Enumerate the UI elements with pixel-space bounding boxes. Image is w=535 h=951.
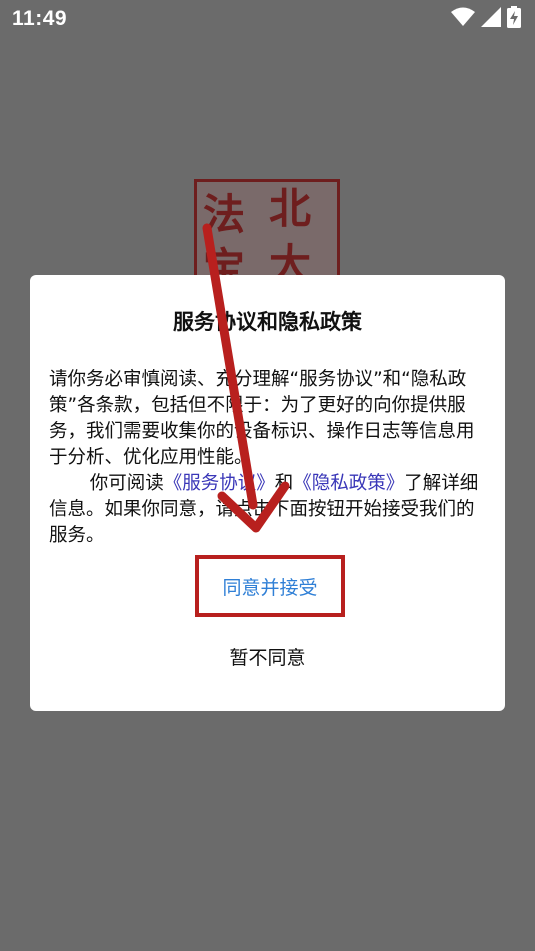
dialog-title: 服务协议和隐私政策	[173, 310, 362, 334]
dialog-body: 请你务必审慎阅读、充分理解“服务协议”和“隐私政策”各条款，包括但不限于：为了更…	[49, 367, 489, 549]
seal-char-2: 北	[269, 184, 312, 233]
status-icons	[451, 6, 521, 28]
dialog-paragraph-1: 请你务必审慎阅读、充分理解“服务协议”和“隐私政策”各条款，包括但不限于：为了更…	[49, 369, 475, 468]
seal-char-4: 大	[269, 240, 312, 279]
accept-highlight-box: 同意并接受	[195, 555, 345, 617]
status-time: 11:49	[12, 7, 68, 30]
status-bar: 11:49	[0, 0, 535, 36]
decline-button[interactable]: 暂不同意	[30, 643, 505, 670]
dialog-paragraph-2: 你可阅读《服务协议》和《隐私政策》了解详细信息。如果你同意，请点击下面按钮开始接…	[49, 471, 489, 549]
service-agreement-link[interactable]: 《服务协议》	[164, 473, 275, 494]
app-logo-seal: 法 北 宝 大	[194, 179, 340, 279]
privacy-policy-link[interactable]: 《隐私政策》	[293, 473, 404, 494]
signal-icon	[481, 7, 501, 27]
wifi-icon	[451, 7, 475, 27]
battery-charging-icon	[507, 6, 521, 28]
paragraph-2-prefix: 你可阅读	[89, 473, 164, 494]
accept-button[interactable]: 同意并接受	[222, 573, 317, 600]
paragraph-2-and: 和	[274, 473, 294, 494]
seal-char-1: 法	[203, 190, 246, 239]
privacy-dialog: 服务协议和隐私政策 请你务必审慎阅读、充分理解“服务协议”和“隐私政策”各条款，…	[30, 275, 505, 711]
